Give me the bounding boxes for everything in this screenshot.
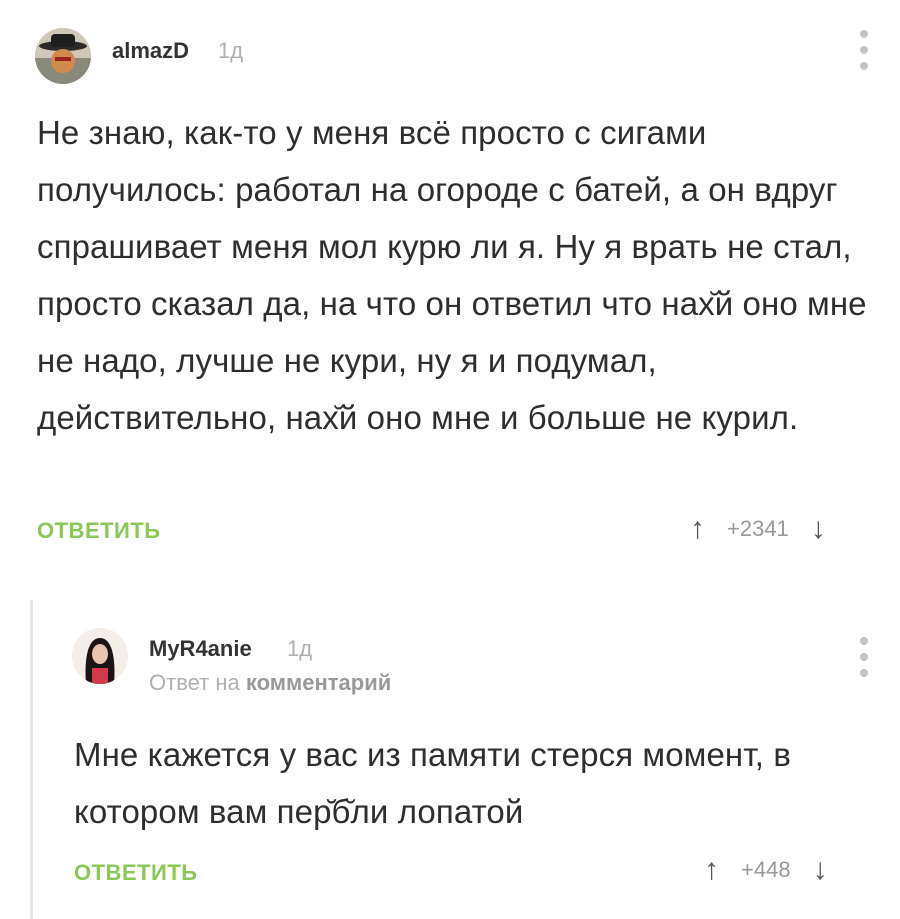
more-options-icon[interactable]: [857, 30, 871, 70]
username[interactable]: almazD: [112, 38, 189, 64]
score: +2341: [727, 516, 789, 541]
reply-to-info: Ответ на комментарий: [149, 670, 391, 696]
avatar-image: [35, 28, 91, 84]
arrow-down-icon[interactable]: ↓: [813, 855, 828, 885]
avatar[interactable]: [35, 28, 91, 84]
more-options-icon[interactable]: [857, 637, 871, 677]
timestamp: 1д: [218, 38, 244, 63]
reply-button[interactable]: ОТВЕТИТЬ: [74, 860, 198, 886]
reply-to-link[interactable]: комментарий: [246, 670, 391, 695]
arrow-down-icon[interactable]: ↓: [811, 514, 826, 544]
avatar-image: [72, 628, 128, 684]
arrow-up-icon[interactable]: ↑: [704, 855, 719, 885]
timestamp: 1д: [287, 636, 313, 661]
vote-controls: ↑ +2341 ↓: [690, 514, 826, 544]
comment-text: Мне кажется у вас из памяти стерся момен…: [74, 736, 791, 830]
comment-text: Не знаю, как-то у меня всё просто с сига…: [37, 114, 867, 436]
reply-to-prefix: Ответ на: [149, 670, 240, 695]
comment: almazD 1д Не знаю, как-то у меня всё про…: [0, 0, 900, 575]
score: +448: [741, 857, 791, 882]
vote-controls: ↑ +448 ↓: [704, 855, 828, 885]
arrow-up-icon[interactable]: ↑: [690, 514, 705, 544]
username[interactable]: MyR4anie: [149, 636, 252, 662]
thread-line: [30, 600, 33, 919]
avatar[interactable]: [72, 628, 128, 684]
reply-button[interactable]: ОТВЕТИТЬ: [37, 518, 161, 544]
